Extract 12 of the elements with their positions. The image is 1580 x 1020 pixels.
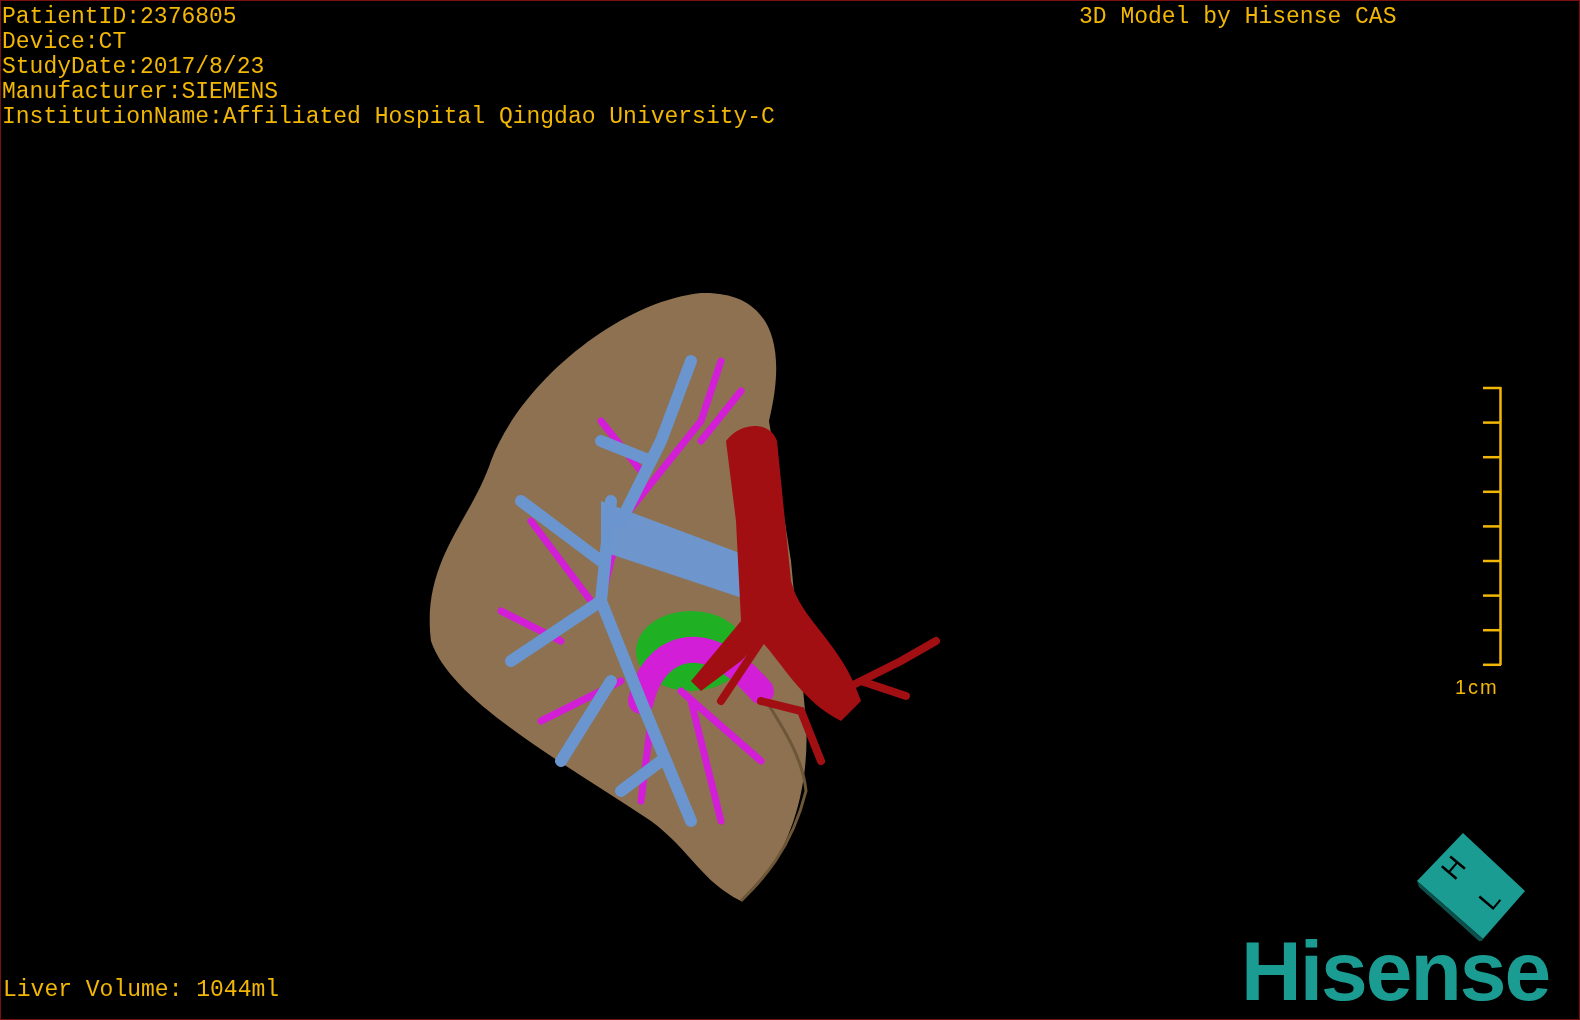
patient-info-line: StudyDate:2017/8/23 xyxy=(2,55,265,80)
cube-face-label: L xyxy=(1472,883,1507,916)
liver-volume-text: Liver Volume: 1044ml xyxy=(3,978,280,1003)
scale-label: 1cm xyxy=(1455,676,1499,698)
cube-face-label: H xyxy=(1435,849,1472,886)
viewer-title: 3D Model by Hisense CAS xyxy=(1079,5,1397,30)
patient-info-line: InstitutionName:Affiliated Hospital Qingdao University-C xyxy=(2,105,775,130)
patient-info-line: PatientID:2376805 xyxy=(2,5,237,30)
patient-info-line: Manufacturer:SIEMENS xyxy=(2,80,279,105)
brand-logo: Hisense xyxy=(1241,929,1550,1013)
scale-bar-icon xyxy=(1483,386,1502,668)
patient-info-line: Device:CT xyxy=(2,30,127,55)
